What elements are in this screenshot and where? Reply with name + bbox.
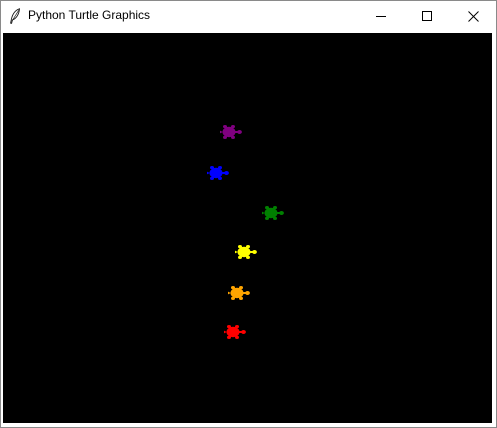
title-bar[interactable]: Python Turtle Graphics <box>1 1 496 31</box>
close-button[interactable] <box>450 1 496 31</box>
turtle-window: Python Turtle Graphics <box>0 0 497 428</box>
maximize-icon <box>422 11 432 21</box>
feather-icon <box>9 8 21 24</box>
minimize-icon <box>376 11 386 21</box>
turtle-orange-icon <box>228 286 250 300</box>
turtle-green-icon <box>262 206 284 220</box>
turtle-purple-icon <box>220 125 242 139</box>
close-icon <box>467 10 479 22</box>
minimize-button[interactable] <box>358 1 404 31</box>
turtle-yellow-icon <box>235 245 257 259</box>
maximize-button[interactable] <box>404 1 450 31</box>
turtle-red-icon <box>224 325 246 339</box>
turtle-blue-icon <box>207 166 229 180</box>
window-title: Python Turtle Graphics <box>28 8 151 22</box>
turtle-canvas[interactable] <box>3 33 492 423</box>
